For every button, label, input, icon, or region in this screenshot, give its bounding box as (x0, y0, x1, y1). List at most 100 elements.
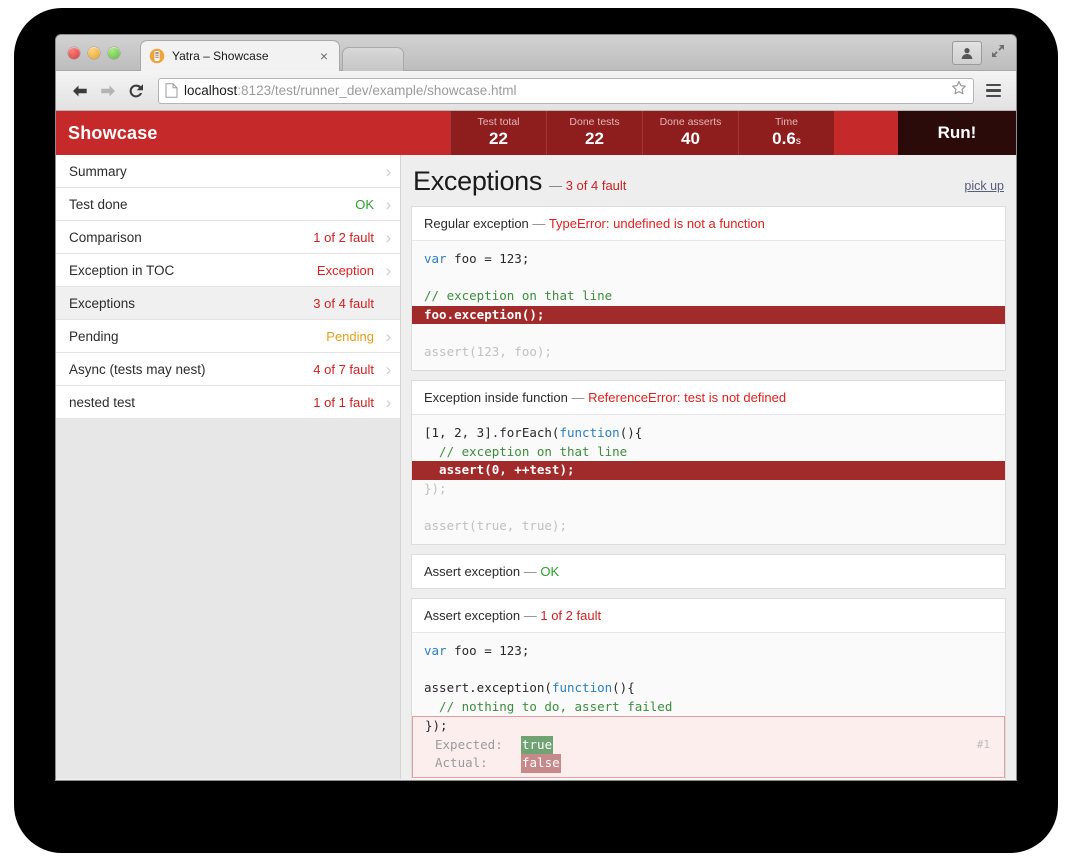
test-status: OK (540, 564, 560, 579)
title-fault-count: 3 of 4 fault (565, 178, 627, 193)
stat-label: Done tests (569, 116, 620, 129)
sidebar-item-exception-in-toc[interactable]: Exception in TOC Exception › (56, 254, 400, 287)
actual-value: false (521, 754, 561, 773)
sidebar-item-pending[interactable]: Pending Pending › (56, 320, 400, 353)
stat-done-tests: Done tests 22 (546, 111, 642, 155)
test-error-message: ReferenceError: test is not defined (588, 390, 787, 405)
page-document-icon (165, 83, 178, 98)
app-header: Showcase Test total 22 Done tests 22 Don… (56, 111, 1016, 155)
browser-tab-title: Yatra – Showcase (172, 49, 269, 63)
code-line-comment: // nothing to do, assert failed (424, 698, 673, 714)
close-tab-icon[interactable]: × (317, 49, 331, 63)
browser-window: Yatra – Showcase × localhost:8123/test/r… (56, 35, 1016, 780)
test-card: Regular exception — TypeError: undefined… (411, 206, 1006, 371)
sidebar-item-label: Summary (69, 163, 127, 179)
run-button[interactable]: Run! (898, 111, 1016, 155)
sidebar-item-status: OK (355, 196, 374, 212)
assert-failure-block: }); Expected: true Actual: false #1 (412, 716, 1005, 778)
test-fault-count: 1 of 2 fault (540, 608, 602, 623)
header-spacer (834, 111, 898, 155)
code-line: var foo = 123; (424, 251, 530, 266)
chevron-right-icon: › (385, 392, 392, 412)
test-card: Exception inside function — ReferenceErr… (411, 380, 1006, 545)
maximize-window-button[interactable] (108, 47, 120, 59)
actual-row: Actual: false (435, 754, 994, 773)
stat-value: 22 (489, 128, 508, 148)
chevron-right-icon: › (385, 260, 392, 280)
sidebar-item-exceptions[interactable]: Exceptions 3 of 4 fault › (56, 287, 400, 320)
assert-index: #1 (976, 737, 990, 751)
test-dash: — (571, 390, 585, 405)
app-favicon (149, 48, 165, 64)
test-toc-sidebar: Summary › Test done OK › Comparison 1 of… (56, 155, 401, 779)
close-window-button[interactable] (68, 47, 80, 59)
minimize-window-button[interactable] (88, 47, 100, 59)
test-card: Assert exception — 1 of 2 fault var foo … (411, 598, 1006, 779)
test-dash: — (532, 216, 546, 231)
test-name: Assert exception (424, 608, 521, 623)
fullscreen-icon[interactable] (990, 43, 1006, 64)
test-runner-app: Showcase Test total 22 Done tests 22 Don… (56, 111, 1016, 779)
stat-label: Done asserts (659, 116, 722, 129)
forward-arrow-icon[interactable] (94, 77, 122, 105)
sidebar-item-test-done[interactable]: Test done OK › (56, 188, 400, 221)
sidebar-item-nested-test[interactable]: nested test 1 of 1 fault › (56, 386, 400, 419)
reload-icon[interactable] (122, 77, 150, 105)
chevron-right-icon: › (385, 326, 392, 346)
stat-unit: s (795, 135, 801, 147)
sidebar-filler (56, 419, 400, 779)
new-tab-button[interactable] (342, 47, 404, 71)
code-line-skipped: assert(true, true); (424, 517, 567, 533)
test-card-header[interactable]: Regular exception — TypeError: undefined… (412, 207, 1005, 241)
sidebar-item-status: Pending (326, 328, 374, 344)
star-icon[interactable] (945, 80, 967, 101)
code-block-tail: assert(foo === 123); (412, 777, 1005, 779)
test-card-header[interactable]: Assert exception — 1 of 2 fault (412, 599, 1005, 633)
code-block: var foo = 123; // exception on that line… (412, 241, 1005, 370)
back-arrow-icon[interactable] (66, 77, 94, 105)
sidebar-item-status: 3 of 4 fault (313, 295, 374, 311)
browser-tab[interactable]: Yatra – Showcase × (140, 40, 340, 71)
test-card-header[interactable]: Assert exception — OK (412, 555, 1005, 588)
sidebar-item-label: Exception in TOC (69, 262, 175, 278)
chevron-right-icon: › (385, 161, 392, 181)
chevron-right-icon: › (385, 194, 392, 214)
app-title: Showcase (68, 122, 158, 143)
test-card-header[interactable]: Exception inside function — ReferenceErr… (412, 381, 1005, 415)
code-line: assert.exception(function(){ (424, 680, 635, 695)
stat-value: 22 (585, 128, 604, 148)
pick-up-link[interactable]: pick up (964, 179, 1004, 193)
expected-label: Expected: (435, 736, 503, 752)
test-name: Exception inside function (424, 390, 568, 405)
stat-time: Time 0.6s (738, 111, 834, 155)
assert-diff: Expected: true Actual: false #1 (435, 735, 994, 773)
sidebar-item-label: nested test (69, 394, 136, 410)
stats-bar: Test total 22 Done tests 22 Done asserts… (450, 111, 834, 155)
sidebar-item-summary[interactable]: Summary › (56, 155, 400, 188)
code-line-error: foo.exception(); (412, 305, 1005, 324)
code-line-comment: // exception on that line (424, 443, 628, 459)
address-bar[interactable]: localhost:8123/test/runner_dev/example/s… (158, 77, 974, 104)
stat-test-total: Test total 22 (450, 111, 546, 155)
user-avatar-icon[interactable] (952, 41, 982, 65)
chevron-right-icon: › (385, 359, 392, 379)
sidebar-item-status: 1 of 1 fault (313, 394, 374, 410)
app-body: Summary › Test done OK › Comparison 1 of… (56, 155, 1016, 779)
test-dash: — (523, 608, 537, 623)
stat-label: Time (775, 116, 798, 129)
stat-label: Test total (477, 116, 520, 129)
sidebar-item-label: Test done (69, 196, 128, 212)
test-name: Regular exception (424, 216, 529, 231)
test-error-message: TypeError: undefined is not a function (548, 216, 765, 231)
sidebar-item-status: Exception (316, 262, 374, 278)
sidebar-item-label: Comparison (69, 229, 142, 245)
browser-tabstrip: Yatra – Showcase × (56, 35, 1016, 71)
sidebar-item-comparison[interactable]: Comparison 1 of 2 fault › (56, 221, 400, 254)
stat-done-asserts: Done asserts 40 (642, 111, 738, 155)
window-traffic-lights (68, 47, 120, 59)
hamburger-menu-icon[interactable] (980, 78, 1006, 104)
sidebar-item-async[interactable]: Async (tests may nest) 4 of 7 fault › (56, 353, 400, 386)
